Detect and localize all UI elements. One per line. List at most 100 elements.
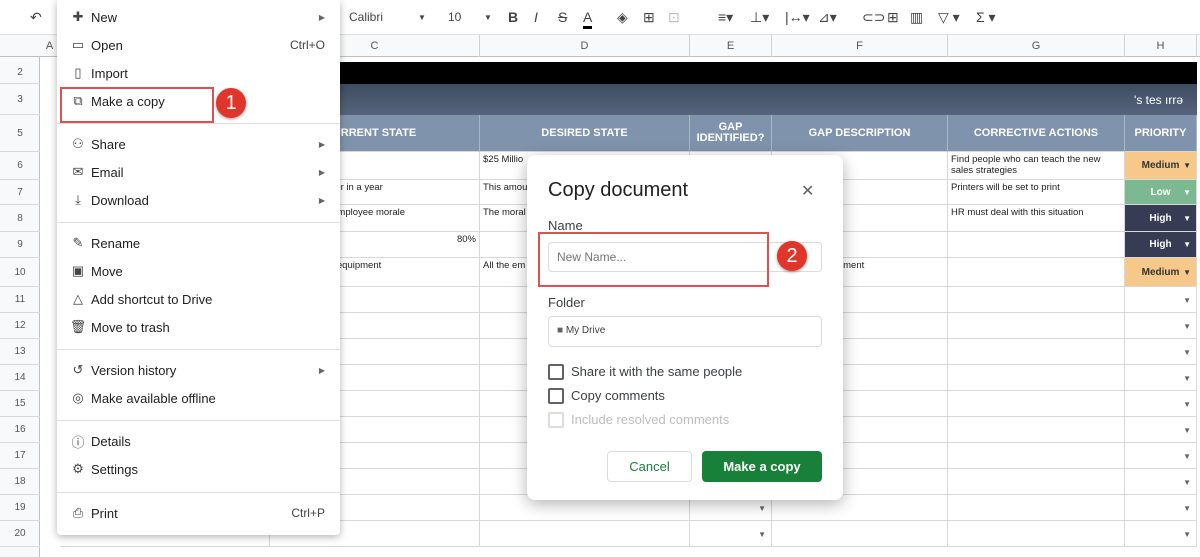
menu-item-details[interactable]: ⓘ Details — [57, 427, 340, 455]
shortcut-label: Ctrl+O — [289, 38, 325, 52]
cell[interactable] — [948, 365, 1125, 391]
chevron-down-icon[interactable]: ▼ — [1183, 321, 1191, 332]
folder-label: Folder — [548, 295, 585, 310]
cell[interactable] — [948, 287, 1125, 313]
chevron-down-icon[interactable]: ▼ — [1183, 425, 1191, 436]
make-copy-button[interactable]: Make a copy — [702, 451, 822, 482]
cell[interactable]: ▼ — [1125, 417, 1197, 443]
cell[interactable]: Find people who can teach the new sales … — [948, 152, 1125, 180]
priority-dropdown[interactable]: High ▼ — [1125, 205, 1197, 232]
cell[interactable] — [948, 521, 1125, 547]
folder-select[interactable]: ■ My Drive — [548, 316, 822, 347]
cell[interactable]: ▼ — [1125, 521, 1197, 547]
cell[interactable]: ▼ — [1125, 443, 1197, 469]
pencil-icon: ✎ — [72, 235, 84, 250]
cell[interactable] — [948, 313, 1125, 339]
trash-icon: 🗑 — [69, 319, 87, 334]
chevron-down-icon[interactable]: ▼ — [1183, 213, 1191, 224]
cell[interactable]: ▼ — [1125, 391, 1197, 417]
menu-item-version-history[interactable]: ↺ Version history ▶ — [57, 356, 340, 384]
cell[interactable] — [948, 232, 1125, 258]
menu-item-add-shortcut-to-drive[interactable]: △ Add shortcut to Drive — [57, 285, 340, 313]
cell[interactable] — [480, 521, 690, 547]
priority-dropdown[interactable]: High ▼ — [1125, 232, 1197, 258]
menu-item-label: Share — [91, 136, 126, 152]
priority-value: Medium — [1141, 266, 1180, 278]
chevron-down-icon[interactable]: ▼ — [1183, 239, 1191, 250]
chevron-down-icon[interactable]: ▼ — [1183, 347, 1191, 358]
menu-item-move-to-trash[interactable]: 🗑 Move to trash — [57, 313, 340, 341]
copy-comments-label: Copy comments — [571, 388, 665, 403]
chevron-down-icon[interactable]: ▼ — [1183, 187, 1191, 198]
menu-item-label: Details — [91, 433, 131, 449]
chevron-down-icon[interactable]: ▼ — [758, 529, 766, 540]
chevron-down-icon[interactable]: ▼ — [1183, 477, 1191, 488]
chevron-down-icon[interactable]: ▼ — [1183, 529, 1191, 540]
cell[interactable] — [948, 495, 1125, 521]
copy-comments-checkbox[interactable] — [548, 388, 564, 404]
menu-item-import[interactable]: ▯ Import — [57, 59, 340, 87]
cell[interactable]: Printers will be set to print — [948, 180, 1125, 205]
column-title: PRIORITY — [1125, 115, 1197, 152]
cell[interactable] — [948, 391, 1125, 417]
cell[interactable]: ▼ — [1125, 313, 1197, 339]
cell[interactable]: HR must deal with this situation — [948, 205, 1125, 232]
chevron-down-icon[interactable]: ▼ — [1183, 451, 1191, 462]
cell[interactable] — [948, 417, 1125, 443]
submenu-arrow-icon: ▶ — [318, 195, 325, 205]
menu-item-open[interactable]: ▭ Open Ctrl+O — [57, 31, 340, 59]
history-icon: ↺ — [72, 362, 84, 377]
menu-divider — [57, 222, 340, 223]
cell[interactable]: ▼ — [690, 521, 772, 547]
highlight-box — [60, 87, 214, 123]
step-badge: 1 — [216, 88, 246, 118]
column-title: GAP DESCRIPTION — [772, 115, 948, 152]
chevron-down-icon[interactable]: ▼ — [758, 503, 766, 514]
folder-value: My Drive — [565, 325, 606, 336]
chevron-down-icon[interactable]: ▼ — [1183, 373, 1191, 384]
priority-dropdown[interactable]: Medium ▼ — [1125, 152, 1197, 180]
menu-item-download[interactable]: ⤓ Download ▶ — [57, 186, 340, 214]
cell[interactable] — [948, 443, 1125, 469]
menu-item-label: New — [91, 9, 118, 25]
chevron-down-icon[interactable]: ▼ — [1183, 503, 1191, 514]
cell[interactable]: ▼ — [1125, 287, 1197, 313]
cell[interactable]: ▼ — [1125, 495, 1197, 521]
menu-divider — [57, 492, 340, 493]
cell[interactable] — [948, 469, 1125, 495]
menu-item-settings[interactable]: ⚙ Settings — [57, 455, 340, 483]
cell[interactable]: ▼ — [1125, 469, 1197, 495]
menu-item-rename[interactable]: ✎ Rename — [57, 229, 340, 257]
menu-item-email[interactable]: ✉ Email ▶ — [57, 158, 340, 186]
close-icon[interactable]: ✕ — [801, 181, 814, 201]
cell[interactable] — [772, 521, 948, 547]
menu-item-make-available-offline[interactable]: ◎ Make available offline — [57, 384, 340, 412]
cell[interactable]: ▼ — [1125, 365, 1197, 391]
menu-item-label: Open — [91, 37, 123, 53]
menu-item-print[interactable]: ⎙ Print Ctrl+P — [57, 499, 340, 527]
chevron-down-icon[interactable]: ▼ — [1183, 160, 1191, 171]
cell[interactable] — [948, 258, 1125, 287]
submenu-arrow-icon: ▶ — [318, 365, 325, 375]
menu-item-new[interactable]: ✚ New ▶ — [57, 3, 340, 31]
person-add-icon: ⚇ — [72, 136, 84, 151]
priority-dropdown[interactable]: Low ▼ — [1125, 180, 1197, 205]
menu-item-share[interactable]: ⚇ Share ▶ — [57, 130, 340, 158]
menu-item-label: Make available offline — [91, 390, 216, 406]
menu-item-label: Print — [91, 505, 118, 521]
chevron-down-icon[interactable]: ▼ — [1183, 267, 1191, 278]
chevron-down-icon[interactable]: ▼ — [1183, 399, 1191, 410]
chevron-down-icon[interactable]: ▼ — [1183, 295, 1191, 306]
cell[interactable] — [948, 339, 1125, 365]
menu-item-label: Import — [91, 65, 128, 81]
highlight-box — [538, 232, 769, 287]
cancel-button[interactable]: Cancel — [607, 451, 692, 482]
folder-icon: ■ — [557, 325, 566, 336]
cell[interactable]: ▼ — [1125, 339, 1197, 365]
move-folder-icon: ▣ — [71, 263, 85, 278]
menu-item-label: Rename — [91, 235, 141, 251]
menu-item-move[interactable]: ▣ Move — [57, 257, 340, 285]
share-checkbox[interactable] — [548, 364, 564, 380]
column-title: DESIRED STATE — [480, 115, 690, 152]
priority-dropdown[interactable]: Medium ▼ — [1125, 258, 1197, 287]
